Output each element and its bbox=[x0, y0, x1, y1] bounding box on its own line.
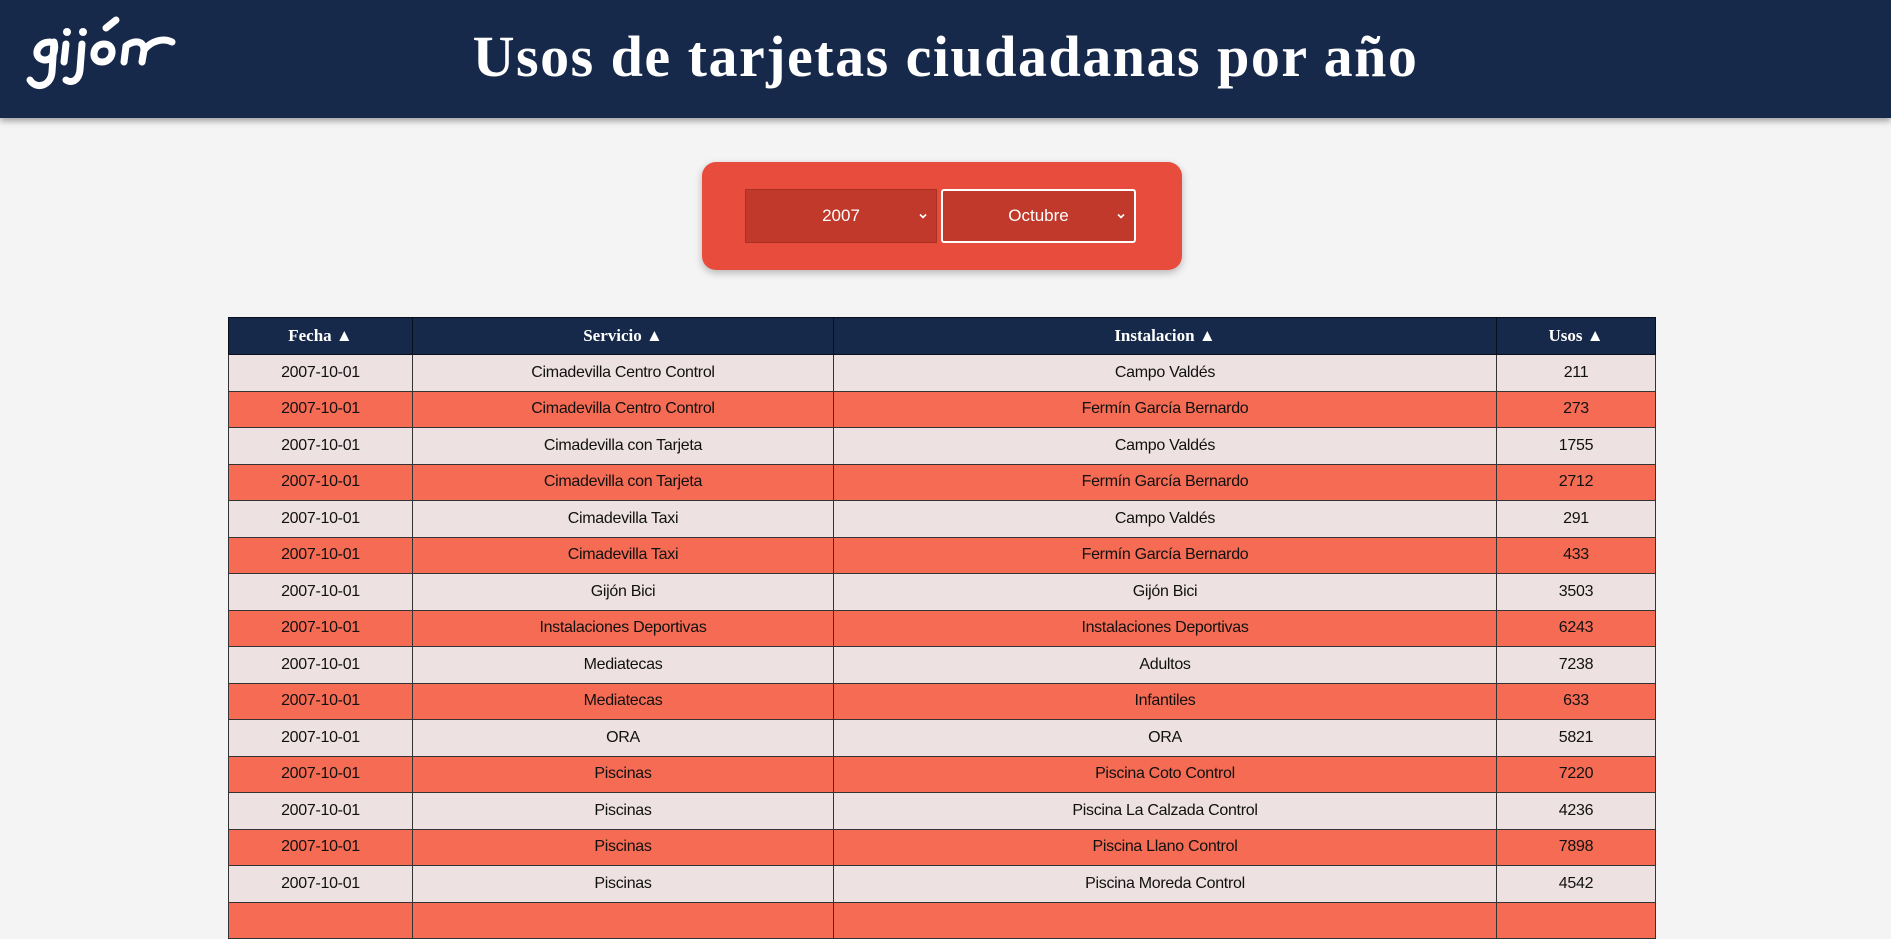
table-row: 2007-10-01 Gijón Bici Gijón Bici 3503 bbox=[228, 573, 1656, 611]
cell-instalacion: Fermín García Bernardo bbox=[833, 536, 1497, 574]
year-select-value: 2007 bbox=[822, 206, 860, 225]
table-row: 2007-10-01 Piscinas Piscina Llano Contro… bbox=[228, 828, 1656, 866]
cell-usos: 4542 bbox=[1496, 865, 1656, 903]
cell-servicio: Piscinas bbox=[412, 828, 834, 866]
cell-servicio: Cimadevilla Taxi bbox=[412, 536, 834, 574]
cell-instalacion: Piscina Coto Control bbox=[833, 755, 1497, 793]
table-row bbox=[228, 901, 1656, 939]
cell-usos: 273 bbox=[1496, 390, 1656, 428]
table-row: 2007-10-01 Piscinas Piscina La Calzada C… bbox=[228, 792, 1656, 830]
cell-servicio: Cimadevilla Centro Control bbox=[412, 390, 834, 428]
table-row: 2007-10-01 Cimadevilla con Tarjeta Campo… bbox=[228, 427, 1656, 465]
month-select-value: Octubre bbox=[1008, 206, 1069, 225]
cell-instalacion: Infantiles bbox=[833, 682, 1497, 720]
cell-instalacion: Fermín García Bernardo bbox=[833, 390, 1497, 428]
year-select[interactable]: 2007 bbox=[745, 189, 937, 243]
cell-instalacion: Piscina La Calzada Control bbox=[833, 792, 1497, 830]
chevron-down-icon bbox=[1117, 213, 1125, 219]
cell-fecha bbox=[228, 901, 413, 939]
table-row: 2007-10-01 Instalaciones Deportivas Inst… bbox=[228, 609, 1656, 647]
cell-instalacion: Instalaciones Deportivas bbox=[833, 609, 1497, 647]
cell-servicio: Piscinas bbox=[412, 792, 834, 830]
month-select[interactable]: Octubre bbox=[941, 189, 1136, 243]
cell-fecha: 2007-10-01 bbox=[228, 719, 413, 757]
cell-servicio: Cimadevilla con Tarjeta bbox=[412, 463, 834, 501]
page-title: Usos de tarjetas ciudadanas por año bbox=[472, 24, 1419, 89]
filter-panel: 2007 Octubre bbox=[702, 162, 1182, 270]
cell-servicio: Cimadevilla con Tarjeta bbox=[412, 427, 834, 465]
cell-fecha: 2007-10-01 bbox=[228, 390, 413, 428]
table-header-row: Fecha ▲ Servicio ▲ Instalacion ▲ Usos ▲ bbox=[228, 317, 1656, 355]
chevron-down-icon bbox=[919, 213, 927, 219]
table-row: 2007-10-01 Cimadevilla Centro Control Ca… bbox=[228, 354, 1656, 392]
cell-fecha: 2007-10-01 bbox=[228, 500, 413, 538]
cell-instalacion bbox=[833, 901, 1497, 939]
cell-instalacion: ORA bbox=[833, 719, 1497, 757]
cell-fecha: 2007-10-01 bbox=[228, 828, 413, 866]
cell-servicio: Piscinas bbox=[412, 755, 834, 793]
header-bar: Usos de tarjetas ciudadanas por año bbox=[0, 0, 1891, 118]
cell-usos: 291 bbox=[1496, 500, 1656, 538]
table-row: 2007-10-01 Mediatecas Adultos 7238 bbox=[228, 646, 1656, 684]
cell-usos: 3503 bbox=[1496, 573, 1656, 611]
cell-usos: 7898 bbox=[1496, 828, 1656, 866]
cell-fecha: 2007-10-01 bbox=[228, 354, 413, 392]
cell-instalacion: Adultos bbox=[833, 646, 1497, 684]
cell-fecha: 2007-10-01 bbox=[228, 536, 413, 574]
cell-usos: 5821 bbox=[1496, 719, 1656, 757]
cell-fecha: 2007-10-01 bbox=[228, 573, 413, 611]
column-header-usos[interactable]: Usos ▲ bbox=[1496, 317, 1656, 355]
cell-fecha: 2007-10-01 bbox=[228, 755, 413, 793]
cell-servicio: Mediatecas bbox=[412, 646, 834, 684]
cell-servicio: Mediatecas bbox=[412, 682, 834, 720]
cell-instalacion: Gijón Bici bbox=[833, 573, 1497, 611]
column-header-fecha[interactable]: Fecha ▲ bbox=[228, 317, 413, 355]
cell-instalacion: Campo Valdés bbox=[833, 427, 1497, 465]
cell-fecha: 2007-10-01 bbox=[228, 463, 413, 501]
table-row: 2007-10-01 Piscinas Piscina Moreda Contr… bbox=[228, 865, 1656, 903]
cell-usos: 211 bbox=[1496, 354, 1656, 392]
cell-instalacion: Piscina Moreda Control bbox=[833, 865, 1497, 903]
cell-instalacion: Campo Valdés bbox=[833, 500, 1497, 538]
cell-usos: 6243 bbox=[1496, 609, 1656, 647]
cell-servicio bbox=[412, 901, 834, 939]
cell-fecha: 2007-10-01 bbox=[228, 682, 413, 720]
cell-usos: 7220 bbox=[1496, 755, 1656, 793]
cell-fecha: 2007-10-01 bbox=[228, 609, 413, 647]
cell-usos: 2712 bbox=[1496, 463, 1656, 501]
table-row: 2007-10-01 Cimadevilla Taxi Fermín Garcí… bbox=[228, 536, 1656, 574]
cell-instalacion: Fermín García Bernardo bbox=[833, 463, 1497, 501]
cell-servicio: ORA bbox=[412, 719, 834, 757]
cell-fecha: 2007-10-01 bbox=[228, 865, 413, 903]
cell-instalacion: Piscina Llano Control bbox=[833, 828, 1497, 866]
column-header-instalacion[interactable]: Instalacion ▲ bbox=[833, 317, 1497, 355]
table-row: 2007-10-01 Cimadevilla Centro Control Fe… bbox=[228, 390, 1656, 428]
table-row: 2007-10-01 Cimadevilla Taxi Campo Valdés… bbox=[228, 500, 1656, 538]
cell-usos bbox=[1496, 901, 1656, 939]
table-row: 2007-10-01 ORA ORA 5821 bbox=[228, 719, 1656, 757]
cell-usos: 7238 bbox=[1496, 646, 1656, 684]
cell-usos: 633 bbox=[1496, 682, 1656, 720]
cell-usos: 433 bbox=[1496, 536, 1656, 574]
cell-usos: 4236 bbox=[1496, 792, 1656, 830]
cell-fecha: 2007-10-01 bbox=[228, 427, 413, 465]
cell-servicio: Cimadevilla Centro Control bbox=[412, 354, 834, 392]
cell-servicio: Gijón Bici bbox=[412, 573, 834, 611]
table-row: 2007-10-01 Cimadevilla con Tarjeta Fermí… bbox=[228, 463, 1656, 501]
cell-fecha: 2007-10-01 bbox=[228, 792, 413, 830]
cell-servicio: Piscinas bbox=[412, 865, 834, 903]
cell-fecha: 2007-10-01 bbox=[228, 646, 413, 684]
column-header-servicio[interactable]: Servicio ▲ bbox=[412, 317, 834, 355]
cell-servicio: Cimadevilla Taxi bbox=[412, 500, 834, 538]
usage-table: Fecha ▲ Servicio ▲ Instalacion ▲ Usos ▲ … bbox=[228, 317, 1656, 939]
table-row: 2007-10-01 Piscinas Piscina Coto Control… bbox=[228, 755, 1656, 793]
cell-instalacion: Campo Valdés bbox=[833, 354, 1497, 392]
cell-servicio: Instalaciones Deportivas bbox=[412, 609, 834, 647]
table-row: 2007-10-01 Mediatecas Infantiles 633 bbox=[228, 682, 1656, 720]
cell-usos: 1755 bbox=[1496, 427, 1656, 465]
